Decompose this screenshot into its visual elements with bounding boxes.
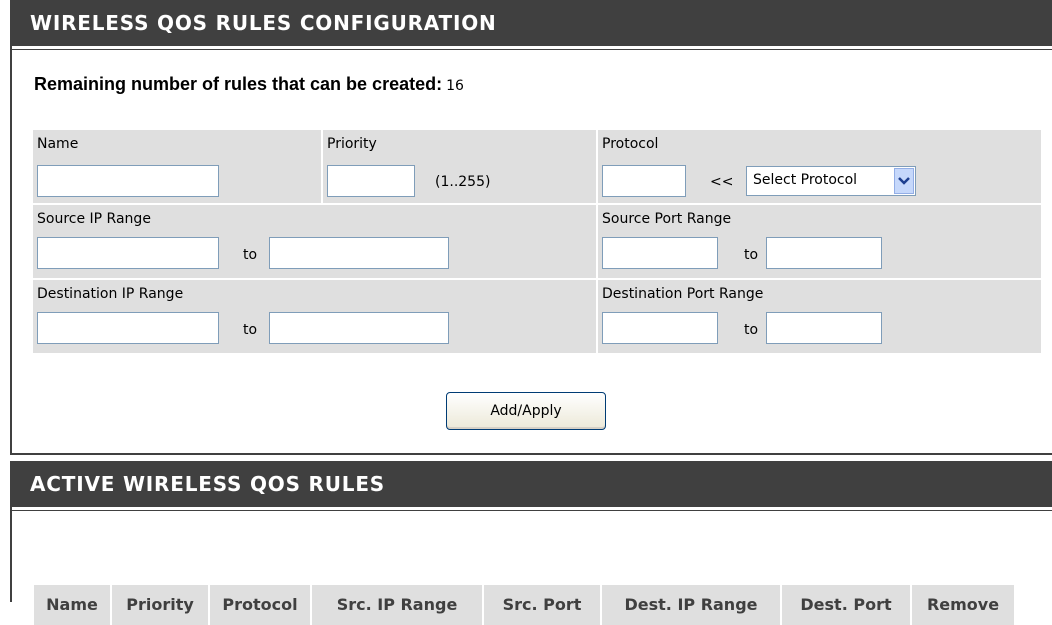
destination-port-end-input[interactable] — [766, 312, 882, 344]
protocol-label: Protocol — [602, 136, 659, 152]
priority-label: Priority — [327, 136, 377, 152]
column-header-dest-port: Dest. Port — [782, 585, 912, 625]
column-header-priority: Priority — [112, 585, 210, 625]
destination-port-to-label: to — [744, 322, 759, 338]
destination-ip-start-input[interactable] — [37, 312, 219, 344]
priority-cell: Priority (1..255) — [322, 129, 597, 204]
destination-port-label: Destination Port Range — [602, 286, 764, 302]
destination-port-start-input[interactable] — [602, 312, 718, 344]
protocol-cell: Protocol << Select Protocol — [597, 129, 1042, 204]
destination-ip-to-label: to — [243, 322, 258, 338]
name-label: Name — [37, 136, 79, 152]
source-ip-to-label: to — [243, 247, 258, 263]
add-apply-button[interactable]: Add/Apply — [446, 392, 606, 430]
priority-range-hint: (1..255) — [435, 174, 491, 190]
column-header-src-ip-range: Src. IP Range — [312, 585, 484, 625]
column-header-src-port: Src. Port — [484, 585, 602, 625]
remaining-rules: Remaining number of rules that can be cr… — [34, 74, 464, 95]
protocol-input[interactable] — [602, 165, 686, 197]
column-header-remove: Remove — [926, 595, 1000, 614]
remaining-rules-count: 16 — [446, 78, 464, 94]
active-section-title: ACTIVE WIRELESS QOS RULES — [12, 461, 1052, 510]
config-section-title: WIRELESS QOS RULES CONFIGURATION — [12, 0, 1052, 49]
protocol-select-value: Select Protocol — [753, 172, 858, 188]
source-port-end-input[interactable] — [766, 237, 882, 269]
active-rules-section: ACTIVE WIRELESS QOS RULES Name Priority … — [10, 461, 1052, 625]
column-header-name: Name — [34, 585, 112, 625]
priority-input[interactable] — [327, 165, 415, 197]
source-port-to-label: to — [744, 247, 759, 263]
active-rules-table-header: Name Priority Protocol Src. IP Range Src… — [34, 585, 1014, 625]
column-header-protocol: Protocol — [210, 585, 312, 625]
source-port-label: Source Port Range — [602, 211, 732, 227]
source-ip-end-input[interactable] — [269, 237, 449, 269]
name-input[interactable] — [37, 165, 219, 197]
destination-ip-label: Destination IP Range — [37, 286, 184, 302]
destination-port-cell: Destination Port Range to — [597, 279, 1042, 354]
protocol-arrow: << — [710, 174, 734, 190]
source-port-start-input[interactable] — [602, 237, 718, 269]
remaining-rules-label: Remaining number of rules that can be cr… — [34, 74, 443, 94]
protocol-select[interactable]: Select Protocol — [746, 166, 916, 196]
source-port-cell: Source Port Range to — [597, 204, 1042, 279]
name-cell: Name — [32, 129, 322, 204]
column-header-dest-ip-range: Dest. IP Range — [602, 585, 782, 625]
destination-ip-cell: Destination IP Range to — [32, 279, 597, 354]
rule-form: Name Priority (1..255) Protocol << Selec… — [32, 129, 1042, 354]
source-ip-cell: Source IP Range to — [32, 204, 597, 279]
qos-config-section: WIRELESS QOS RULES CONFIGURATION Remaini… — [10, 0, 1052, 455]
chevron-down-icon[interactable] — [894, 168, 914, 194]
source-ip-label: Source IP Range — [37, 211, 151, 227]
destination-ip-end-input[interactable] — [269, 312, 449, 344]
source-ip-start-input[interactable] — [37, 237, 219, 269]
